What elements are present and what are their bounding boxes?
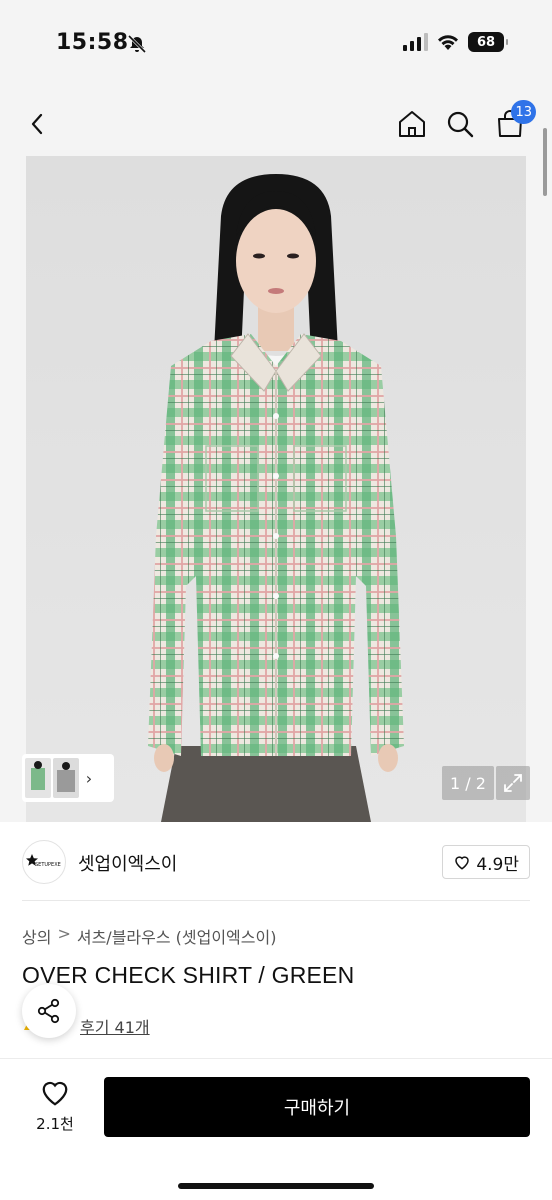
wishlist-count: 2.1천 — [36, 1115, 74, 1133]
thumbnail-1[interactable] — [25, 758, 51, 798]
breadcrumb: 상의 > 셔츠/블라우스 (셋업이엑스이) — [22, 924, 276, 948]
home-button[interactable] — [392, 104, 432, 144]
expand-icon — [504, 774, 522, 792]
cart-button[interactable]: 13 — [490, 100, 536, 144]
buy-button[interactable]: 구매하기 — [104, 1077, 530, 1137]
thumbnail-strip[interactable]: › — [22, 754, 114, 802]
divider — [22, 900, 530, 901]
cart-count-badge: 13 — [511, 100, 536, 124]
search-button[interactable] — [440, 104, 480, 144]
chevron-left-icon — [31, 113, 43, 135]
model-photo — [148, 174, 404, 822]
brand-name[interactable]: 셋업이엑스이 — [78, 850, 177, 876]
svg-text:SETUPEXE: SETUPEXE — [35, 862, 61, 868]
bell-off-icon — [127, 34, 147, 54]
signal-icon — [403, 33, 428, 51]
home-indicator[interactable] — [178, 1183, 374, 1189]
expand-image-button[interactable] — [496, 766, 530, 800]
status-indicators: 68 — [402, 32, 508, 52]
image-page-indicator: 1 / 2 — [442, 766, 494, 800]
home-icon — [399, 111, 425, 137]
product-title: OVER CHECK SHIRT / GREEN — [22, 962, 355, 988]
brand-like-button[interactable]: 4.9만 — [442, 845, 530, 879]
thumbnail-2[interactable] — [53, 758, 79, 798]
breadcrumb-separator: > — [57, 924, 71, 943]
product-image[interactable] — [26, 156, 526, 822]
breadcrumb-category[interactable]: 상의 — [22, 924, 51, 948]
status-time: 15:58 — [56, 30, 129, 55]
wishlist-button[interactable]: 2.1천 — [30, 1079, 80, 1134]
back-button[interactable] — [18, 104, 58, 144]
brand-logo[interactable]: SETUPEXE — [22, 840, 66, 884]
page-scrollbar[interactable] — [543, 128, 547, 196]
status-bar: 15:58 68 — [0, 0, 552, 90]
top-nav: 13 — [0, 90, 552, 156]
share-button[interactable] — [22, 984, 76, 1038]
breadcrumb-subcategory[interactable]: 셔츠/블라우스 (셋업이엑스이) — [77, 924, 277, 948]
share-icon — [37, 998, 60, 1024]
brand-row[interactable]: SETUPEXE 셋업이엑스이 4.9만 — [0, 822, 552, 900]
review-link[interactable]: 후기 41개 — [80, 1014, 150, 1038]
wifi-icon — [438, 35, 458, 50]
thumbnail-next-icon[interactable]: › — [81, 769, 97, 788]
bottom-action-bar: 2.1천 구매하기 — [0, 1058, 552, 1200]
battery-indicator: 68 — [468, 32, 508, 52]
heart-icon — [42, 1081, 68, 1106]
search-icon — [447, 111, 474, 138]
brand-like-count: 4.9만 — [476, 854, 519, 875]
heart-icon — [455, 856, 470, 870]
